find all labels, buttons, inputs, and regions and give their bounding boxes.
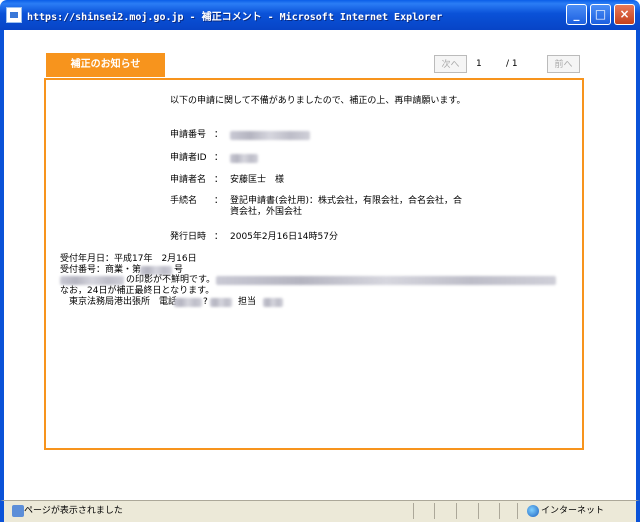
field-label-applicant-name: 申請者名 (170, 175, 207, 185)
procedure-name-line1: 登記申請書(会社用)：株式会社，有限会社，合名会社，合 (230, 196, 463, 206)
redacted-receipt-number (140, 266, 172, 275)
prev-button[interactable]: 前へ (547, 55, 580, 73)
current-page: 1 (476, 59, 482, 69)
ie-page-icon (6, 7, 22, 23)
total-pages: / 1 (506, 59, 518, 69)
procedure-name-line2: 資会社，外国会社 (230, 207, 303, 217)
maximize-button[interactable]: □ (590, 4, 611, 25)
comment-office-phone-label: 東京法務局港出張所 電話 (60, 297, 178, 307)
comment-receipt-date: 受付年月日：平成17年 2月16日 (60, 254, 197, 264)
comment-issue-text: の印影が不鮮明です。 (126, 275, 216, 285)
field-label-issue-datetime: 発行日時 (170, 232, 207, 242)
field-label-application-number: 申請番号 (170, 130, 207, 140)
redacted-phone-2 (210, 298, 232, 307)
field-colon: ： (214, 130, 224, 140)
redacted-detail (216, 276, 556, 285)
status-divider (456, 503, 457, 519)
applicant-name-value: 安藤匡士 様 (230, 175, 285, 185)
status-divider (517, 503, 518, 519)
status-divider (478, 503, 479, 519)
redacted-phone-1 (174, 298, 202, 307)
comment-contact-label: 担当 (238, 297, 257, 307)
field-colon: ： (214, 232, 224, 242)
next-button[interactable]: 次へ (434, 55, 467, 73)
status-divider (499, 503, 500, 519)
comment-deadline: なお，24日が補正最終日となります。 (60, 286, 215, 296)
window-title: https://shinsei2.moj.go.jp - 補正コメント - Mi… (27, 12, 443, 23)
notice-intro: 以下の申請に関して不備がありましたので、補正の上、再申請願います。 (170, 96, 466, 106)
page-loaded-icon (12, 505, 24, 517)
comment-phone-sep: ? (203, 297, 208, 307)
redacted-contact-name (263, 298, 283, 307)
close-button[interactable]: × (614, 4, 635, 25)
redacted-applicant-id (230, 154, 258, 163)
status-text: ページが表示されました (24, 506, 123, 516)
field-label-procedure-name: 手続名 (170, 196, 198, 206)
minimize-button[interactable]: _ (566, 4, 587, 25)
title-bar: https://shinsei2.moj.go.jp - 補正コメント - Mi… (0, 0, 640, 30)
field-colon: ： (214, 196, 224, 206)
tab-correction-notice[interactable]: 補正のお知らせ (46, 53, 165, 77)
internet-zone-icon (527, 505, 539, 517)
issue-datetime-value: 2005年2月16日14時57分 (230, 232, 338, 242)
status-divider (434, 503, 435, 519)
field-colon: ： (214, 175, 224, 185)
redacted-application-number (230, 131, 310, 140)
redacted-subject (60, 276, 124, 285)
field-colon: ： (214, 153, 224, 163)
status-divider (413, 503, 414, 519)
security-zone-label: インターネット (541, 506, 605, 516)
field-label-applicant-id: 申請者ID (170, 153, 207, 163)
status-bar: ページが表示されました インターネット (0, 500, 640, 522)
